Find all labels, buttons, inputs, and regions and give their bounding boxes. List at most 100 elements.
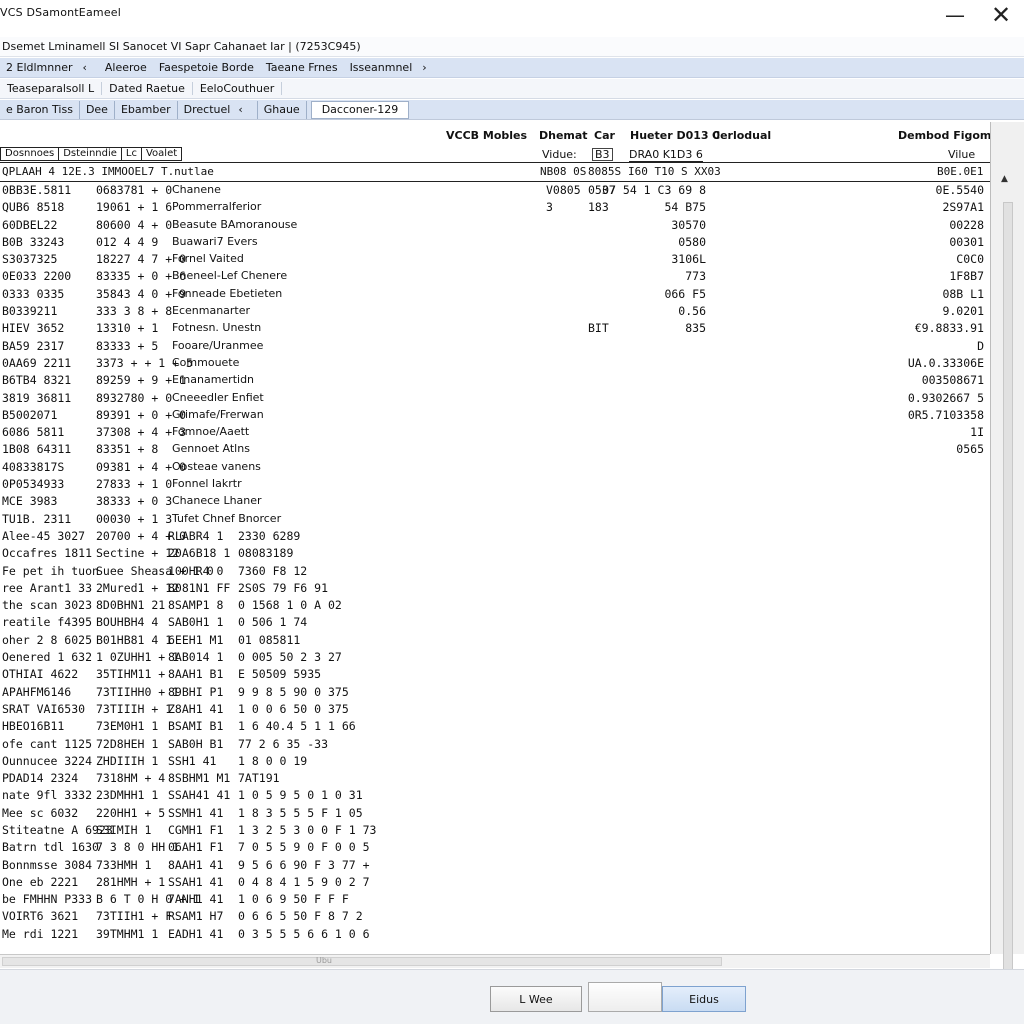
table-row[interactable]: Occafres 1811 Sectine + 12 20A6B18 1 080831… xyxy=(0,546,990,563)
title-bar: VCS DSamontEameel — ✕ xyxy=(0,0,1024,36)
menu-item-5[interactable]: Isseanmnel › xyxy=(344,61,439,74)
table-cell: APAHFM6146 xyxy=(2,684,72,699)
table-cell: 0.56 xyxy=(678,304,706,319)
table-row[interactable]: S3037325 18227 4 7 + 0 Fornel Vaited 3106L C… xyxy=(0,252,990,269)
table-row[interactable]: OTHIAI 4622 35TIHM11 +8AAH1 B1 E 50509 593… xyxy=(0,667,990,684)
vertical-scroll-thumb[interactable] xyxy=(1003,202,1013,1022)
tab-6-active[interactable]: Dacconer-129 xyxy=(310,100,410,119)
header-divider xyxy=(0,162,1024,163)
table-row[interactable]: Oenered 1 632 1 0ZUHH1 + 1 8AB014 1 0 005 5… xyxy=(0,650,990,667)
table-row[interactable]: B5002071 89391 + 0 + 0 Grimafe/Frerwan 0R5.… xyxy=(0,408,990,425)
toolbar-item-2[interactable]: Dated Raetue xyxy=(102,82,193,95)
column-4[interactable]: Voalet xyxy=(142,148,181,160)
table-row[interactable]: One eb 2221 281HMH + 1 SSAH1 41 0 4 8 4 1 5… xyxy=(0,875,990,892)
table-row[interactable]: oher 2 8 6025 B01HB81 4 1 6EEH1 M1 01 08581… xyxy=(0,633,990,650)
table-row[interactable]: HIEV 3652 13310 + 1 Fotnesn. Unestn BIT 835 €… xyxy=(0,321,990,338)
table-row[interactable]: SRAT VAI6530 73TIIIH + 1 Z8AH1 41 1 0 0 6 5… xyxy=(0,702,990,719)
view-button[interactable]: L Wee xyxy=(490,986,582,1012)
table-row[interactable]: 6086 5811 37308 + 4 + 3 Fomnoe/Aaett 1I xyxy=(0,425,990,442)
table-row[interactable]: VOIRT6 3621 73TIIH1 + F RSAM1 H7 0 6 6 5 50… xyxy=(0,909,990,926)
table-row[interactable]: 0P0534933 27833 + 1 0 Fonnel Iakrtr xyxy=(0,477,990,494)
table-row[interactable]: 0AA69 2211 3373 + + 1 + 5 Commouete UA.0.33… xyxy=(0,356,990,373)
table-cell: 80600 4 + 0 xyxy=(96,217,173,232)
column-selector[interactable]: Dosnnoes Dsteinndie Lc Voalet xyxy=(0,147,183,161)
table-row[interactable]: 0BB3E.5811 0683781 + 0 Chanene V0805 0537 07 … xyxy=(0,183,990,200)
table-cell: 08083189 xyxy=(238,546,294,561)
table-cell: be FMHHN P333 xyxy=(2,892,93,907)
table-cell: 01 085811 xyxy=(238,632,301,647)
table-row[interactable]: 40833817S 09381 + 4 + 0 Oosteae vanens xyxy=(0,460,990,477)
table-cell: 77 2 6 35 -33 xyxy=(238,736,329,751)
toolbar-item-1[interactable]: Teaseparalsoll L xyxy=(0,82,103,95)
table-cell: Occafres 1811 xyxy=(2,546,93,561)
table-row[interactable]: 0E033 2200 83335 + 0 + 6 Bneneel-Lef Chene… xyxy=(0,269,990,286)
column-3[interactable]: Lc xyxy=(122,148,142,160)
table-row[interactable]: B6TB4 8321 89259 + 9 + 1 Ernanamertidn 0035… xyxy=(0,373,990,390)
minimize-button[interactable]: — xyxy=(932,0,978,30)
table-row[interactable]: B0339211 333 3 8 + 8 Ecenmanarter 0.56 9.020… xyxy=(0,304,990,321)
table-row-selected[interactable]: QPLAAH 4 12E.3 IMMOOEL7 T.nutlae NB08 0S… xyxy=(0,164,1024,191)
table-row[interactable]: the scan 3023 8D0BHN1 21 8SAMP1 8 0 1568 1 … xyxy=(0,598,990,615)
table-row[interactable]: Bonnmsse 3084 733HMH 1 8AAH1 41 9 5 6 6 90 … xyxy=(0,858,990,875)
table-row[interactable]: nate 9fl 3332 23DMHH1 1 SSAH41 41 1 0 5 9 5… xyxy=(0,788,990,805)
table-cell: 220HH1 + 5 xyxy=(96,805,166,820)
header-hueter: Hueter D013 0 xyxy=(630,129,721,142)
horizontal-scroll-thumb[interactable] xyxy=(2,957,722,966)
table-cell: 13310 + 1 xyxy=(96,321,159,336)
table-row[interactable]: Fe pet ih tuon Suee Sheasa + 1 0 100HR4 07… xyxy=(0,564,990,581)
table-row[interactable]: TU1B. 2311 00030 + 1 3 Tufet Chnef Bnorcer xyxy=(0,512,990,529)
table-row[interactable]: QUB6 8518 19061 + 1 6 Pommerralferior 3 183 5… xyxy=(0,200,990,217)
table-cell: 0E.5540 xyxy=(935,183,984,197)
table-row[interactable]: Batrn tdl 1630 7 3 8 0 HH 1 06AH1 F1 7 0 5 … xyxy=(0,840,990,857)
table-cell: Grimafe/Frerwan xyxy=(172,407,264,421)
table-row[interactable]: ree Arant1 33 2Mured1 + 12 8081N1 FF 2S0S 7… xyxy=(0,581,990,598)
exit-button[interactable]: Eidus xyxy=(662,986,746,1012)
blank-button[interactable] xyxy=(588,982,662,1012)
tab-2[interactable]: Dee xyxy=(80,100,115,119)
scroll-up-icon[interactable]: ▲ xyxy=(1001,174,1008,184)
tab-5[interactable]: Ghaue xyxy=(258,100,307,119)
menu-item-4[interactable]: Taeane Frnes xyxy=(260,61,344,74)
table-cell: Buawari7 Evers xyxy=(172,234,258,248)
table-cell: Chanene xyxy=(172,183,221,196)
menu-item-3[interactable]: Faespetoie Borde xyxy=(153,61,260,74)
table-row[interactable]: HBEO16B11 73EM0H1 1 BSAMI B1 1 6 40.4 5 1 1… xyxy=(0,719,990,736)
toolbar-item-3[interactable]: EeloCouthuer xyxy=(193,82,283,95)
table-row[interactable]: MCE 3983 38333 + 0 3 Chanece Lhaner xyxy=(0,494,990,511)
table-row[interactable]: ofe cant 1125 72D8HEH 1 SAB0H B1 77 2 6 35 … xyxy=(0,737,990,754)
horizontal-scrollbar[interactable]: Ubu xyxy=(0,954,990,968)
table-cell: Alee-45 3027 xyxy=(2,528,86,543)
menu-item-1[interactable]: 2 Eldlmnner ‹ xyxy=(0,61,99,74)
table-cell: 8SAMP1 8 xyxy=(168,598,224,613)
table-row[interactable]: PDAD14 2324 7318HM + 4 8SBHM1 M1 7AT191 xyxy=(0,771,990,788)
table-row[interactable]: Ounnucee 3224 ZHDIIIH 1 SSH1 41 1 8 0 0 19 xyxy=(0,754,990,771)
tab-1[interactable]: e Baron Tiss xyxy=(0,100,80,119)
table-row[interactable]: Stiteatne A 6923 S3IMIH 1 CGMH1 F1 1 3 2 5 … xyxy=(0,823,990,840)
table-row[interactable]: 1B08 64311 83351 + 8 Gennoet Atlns 0565 xyxy=(0,442,990,459)
column-2[interactable]: Dsteinndie xyxy=(59,148,122,160)
data-list-panel: VCCB Mobles Dhemat Car Hueter D013 0 Cer… xyxy=(0,121,1024,953)
table-row[interactable]: Alee-45 3027 20700 + 4 + 0 RLABR4 1 2330 62… xyxy=(0,529,990,546)
table-row[interactable]: 60DBEL22 80600 4 + 0 Beasute BAmoranouse 30… xyxy=(0,218,990,235)
table-row[interactable]: reatile f4395 BOUHBH4 4 SAB0H1 1 0 506 1 74 xyxy=(0,615,990,632)
table-row[interactable]: 3819 36811 8932780 + 0 Cneeedler Enfiet 0.9… xyxy=(0,391,990,408)
tab-3[interactable]: Ebamber xyxy=(115,100,178,119)
table-row[interactable]: BA59 2317 83333 + 5 Fooare/Uranmee D xyxy=(0,339,990,356)
table-cell: 0 1568 1 0 A 02 xyxy=(238,598,342,613)
table-cell: €9.8833.91 xyxy=(914,321,984,336)
column-1[interactable]: Dosnnoes xyxy=(1,148,60,160)
table-row[interactable]: B0B 33243 012 4 4 9 Buawari7 Evers 0580 0030… xyxy=(0,235,990,252)
close-button[interactable]: ✕ xyxy=(978,0,1024,30)
vertical-scrollbar[interactable]: ▲ ▼ xyxy=(990,122,1024,1024)
table-cell: 0P0534933 xyxy=(2,477,65,492)
table-row[interactable]: APAHFM6146 73TIIHH0 + 1 89BHI P1 9 9 8 5 90… xyxy=(0,685,990,702)
tab-4[interactable]: Drectuel ‹ xyxy=(178,100,258,119)
table-cell: 6EEH1 M1 xyxy=(168,632,224,647)
table-row[interactable]: 0333 0335 35843 4 0 + 9 Fonneade Ebetieten… xyxy=(0,287,990,304)
table-cell: 0BB3E.5811 xyxy=(2,183,72,197)
menu-item-2[interactable]: Aleeroe xyxy=(99,61,153,74)
table-cell: 8AAH1 41 xyxy=(168,857,224,872)
table-row[interactable]: Me rdi 1221 39TMHM1 1 EADH1 41 0 3 5 5 5 6 … xyxy=(0,927,990,944)
table-row[interactable]: be FMHHN P333 B 6 T 0 H 0 + 1 7ANH1 41 1 0 … xyxy=(0,892,990,909)
table-row[interactable]: Mee sc 6032 220HH1 + 5 SSMH1 41 1 8 3 5 5 5… xyxy=(0,806,990,823)
